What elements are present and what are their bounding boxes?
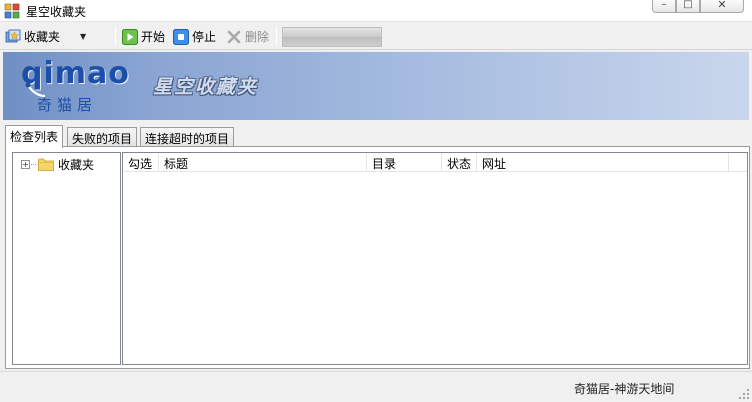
progress-bar: [282, 27, 382, 47]
favorites-dropdown-button[interactable]: 收藏夹 ▼: [5, 27, 86, 46]
folder-icon: [38, 158, 54, 171]
title-bar: 星空收藏夹 – □ ✕: [0, 0, 752, 22]
column-header-directory[interactable]: 目录: [367, 153, 442, 172]
tree-connector: [31, 164, 36, 165]
play-icon: [122, 28, 138, 45]
start-label: 开始: [141, 30, 166, 44]
minimize-button[interactable]: –: [652, 0, 676, 13]
logo-chinese: 奇猫居: [37, 96, 98, 114]
start-button[interactable]: 开始: [122, 27, 165, 46]
column-header-url[interactable]: 网址: [477, 153, 729, 172]
maximize-button[interactable]: □: [676, 0, 700, 13]
tab-timeout-items[interactable]: 连接超时的项目: [140, 127, 235, 147]
column-header-title[interactable]: 标题: [159, 153, 367, 172]
tab-check-list[interactable]: 检查列表: [5, 125, 64, 148]
app-icon: [4, 3, 20, 19]
chevron-down-icon: ▼: [80, 32, 87, 41]
close-button[interactable]: ✕: [700, 0, 744, 13]
banner-title: 星空收藏夹: [153, 76, 259, 98]
stop-icon: [173, 28, 189, 45]
bookmark-list[interactable]: 勾选 标题 目录 状态 网址: [122, 152, 748, 365]
folder-tree[interactable]: + 收藏夹: [12, 152, 121, 365]
tree-node-favorites[interactable]: + 收藏夹: [21, 156, 94, 173]
column-header-check[interactable]: 勾选: [123, 153, 159, 172]
stop-label: 停止: [192, 30, 217, 44]
close-icon: ✕: [717, 0, 727, 11]
expand-icon[interactable]: +: [21, 160, 30, 169]
delete-button[interactable]: 删除: [226, 27, 269, 46]
resize-grip-icon[interactable]: [739, 389, 750, 400]
maximize-icon: □: [683, 0, 693, 10]
toolbar-separator: [115, 27, 116, 46]
stop-button[interactable]: 停止: [173, 27, 216, 46]
delete-label: 删除: [245, 30, 270, 44]
toolbar-separator: [276, 27, 277, 46]
toolbar: 收藏夹 ▼ 开始 停止 删除: [0, 23, 752, 50]
status-text: 奇猫居-神游天地间: [574, 382, 675, 396]
tab-failed-items[interactable]: 失败的项目: [67, 127, 138, 147]
favorites-label: 收藏夹: [24, 30, 61, 44]
window-title: 星空收藏夹: [26, 5, 87, 19]
list-header: 勾选 标题 目录 状态 网址: [123, 153, 747, 172]
tree-node-label: 收藏夹: [58, 158, 95, 172]
delete-icon: [227, 30, 241, 43]
favorites-icon: [5, 29, 21, 42]
banner: qimao 奇猫居 星空收藏夹: [3, 52, 749, 120]
column-header-status[interactable]: 状态: [442, 153, 477, 172]
minimize-icon: –: [661, 0, 667, 10]
tab-panel: + 收藏夹 勾选 标题 目录 状态 网址: [5, 146, 750, 369]
status-bar: 奇猫居-神游天地间: [0, 371, 752, 402]
